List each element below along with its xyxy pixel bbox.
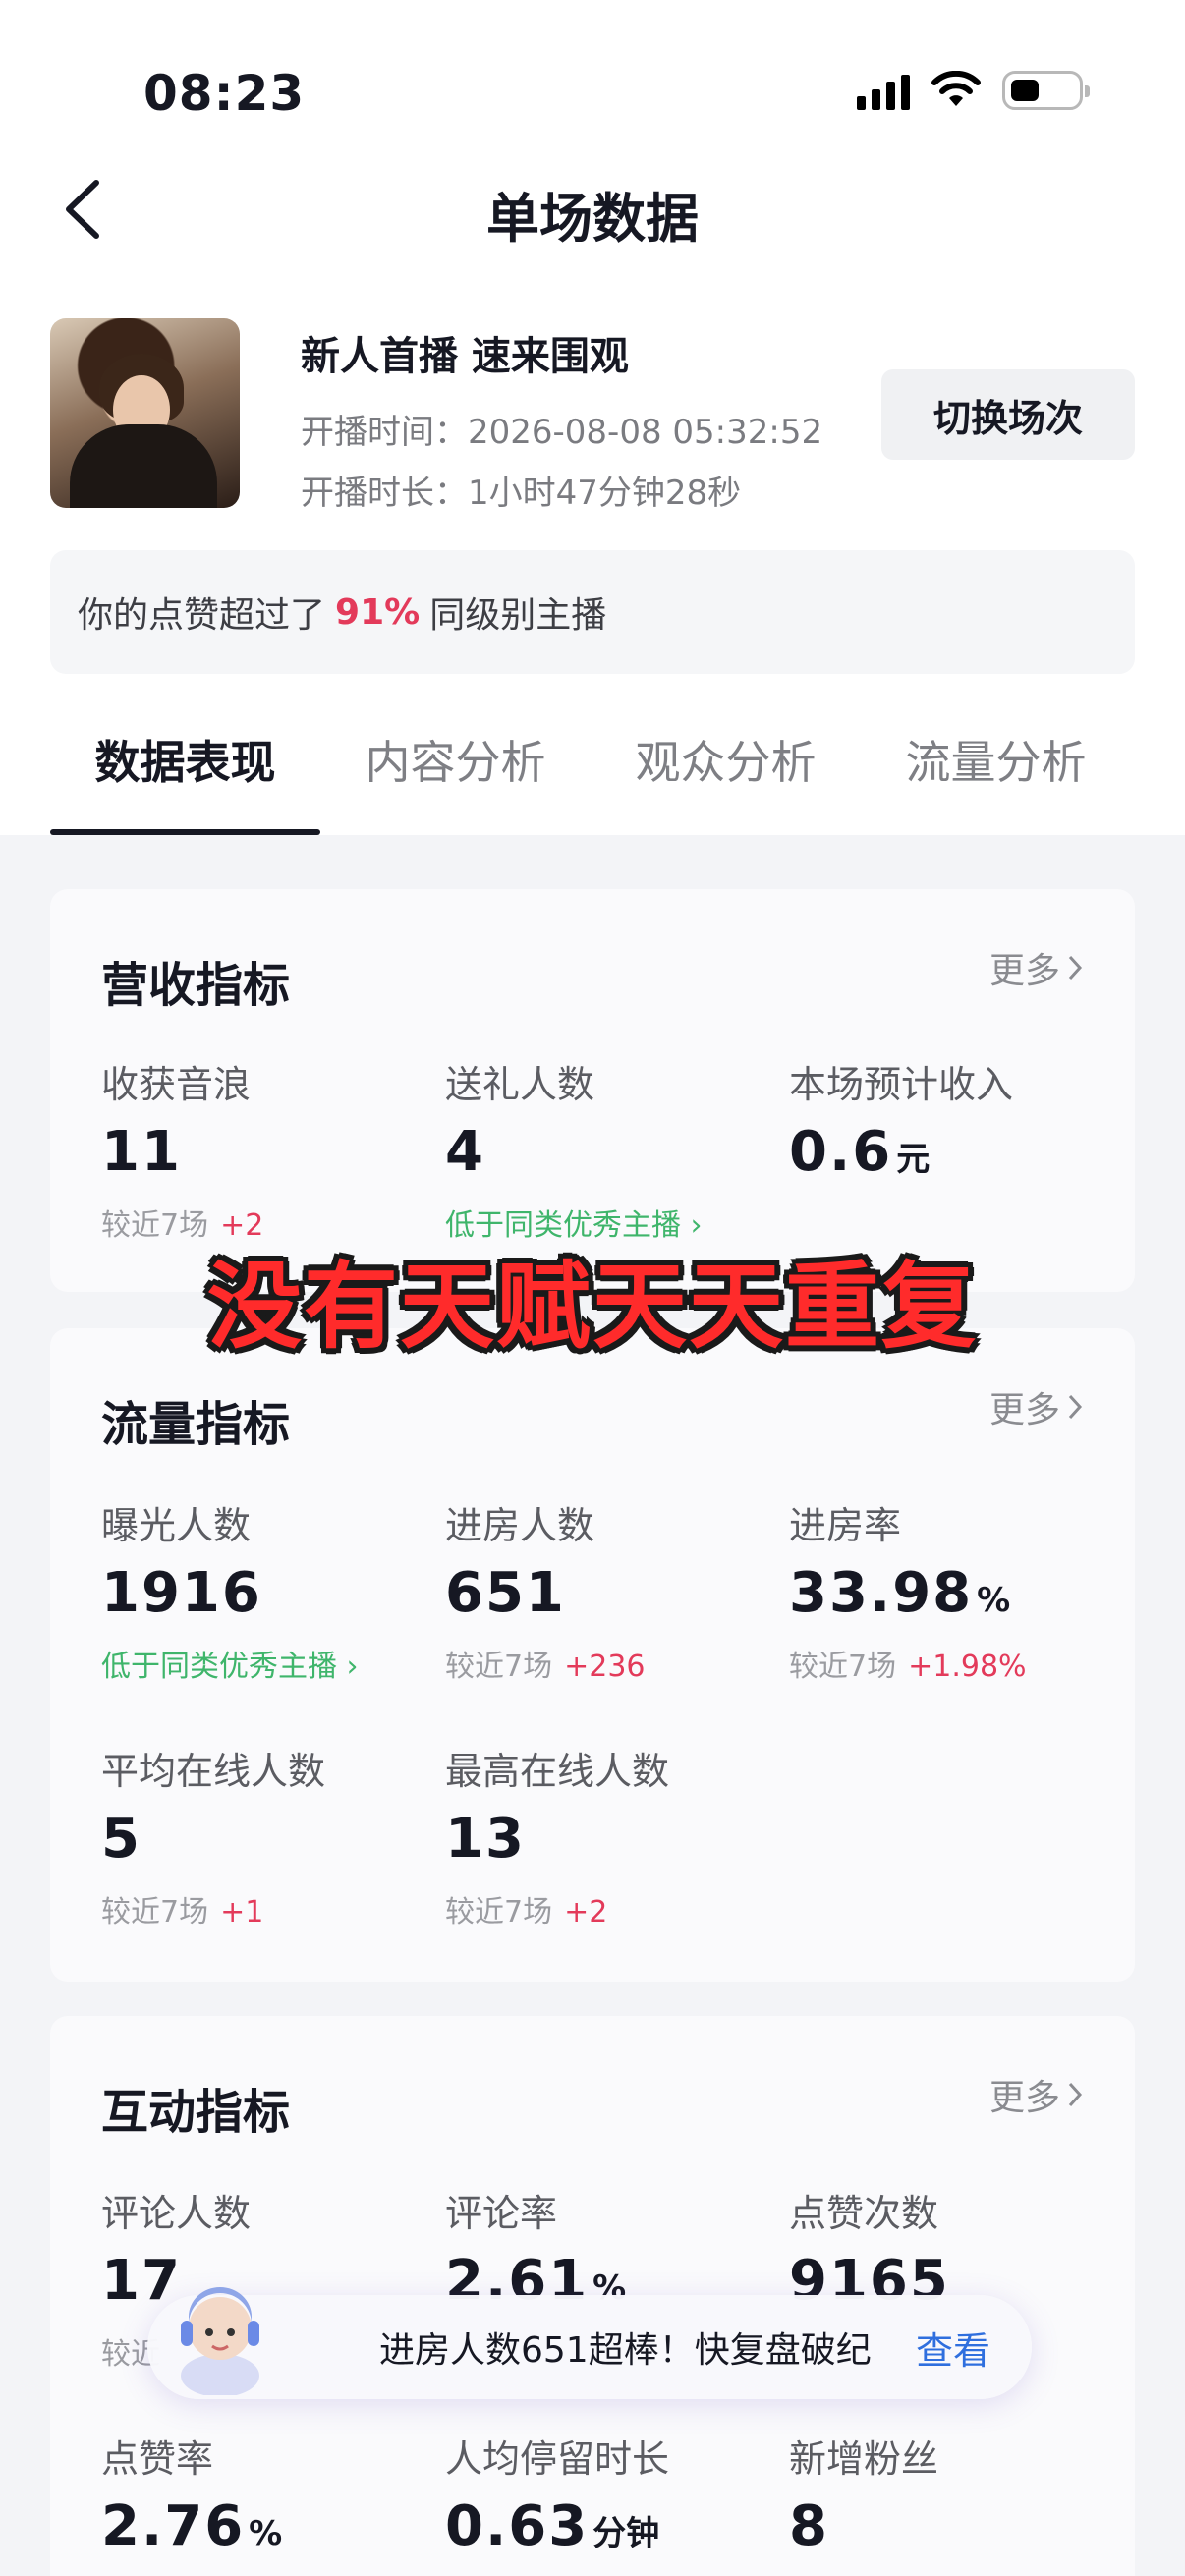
live-start-time: 开播时间：2026-08-08 05:32:52 [301, 413, 823, 452]
metric-label: 最高在线人数 [445, 1750, 670, 1793]
tab-audience-analysis[interactable]: 观众分析 [591, 727, 861, 835]
metric-value: 2.76% [101, 2494, 283, 2558]
tab-traffic-analysis[interactable]: 流量分析 [861, 727, 1131, 835]
metric-label: 送礼人数 [445, 1063, 595, 1106]
metric-label: 进房人数 [445, 1504, 595, 1547]
signal-icon [857, 71, 910, 110]
like-banner-percent: 91% [335, 591, 421, 633]
toast-message: 进房人数651超棒！快复盘破纪 [379, 2330, 872, 2371]
more-label: 更多 [988, 2078, 1060, 2118]
metric-label: 本场预计收入 [789, 1063, 1014, 1106]
metric-label: 平均在线人数 [101, 1750, 326, 1793]
traffic-card: 流量指标 更多 曝光人数 1916 低于同类优秀主播 › 进房人数 651 较近… [50, 1328, 1135, 1982]
metric-value: 5 [101, 1807, 141, 1871]
metric-label: 评论人数 [101, 2192, 252, 2235]
switch-session-button[interactable]: 切换场次 [881, 369, 1135, 460]
metric-comment-rate: 评论率 2.61% [445, 2183, 779, 2312]
metric-compare: 较近7场 +1 [101, 1894, 264, 1930]
status-time: 08:23 [143, 65, 306, 122]
metric-avg-stay: 人均停留时长 0.63 分钟 [445, 2429, 779, 2557]
chevron-right-icon [1068, 1394, 1083, 1420]
metric-gift-senders: 送礼人数 4 低于同类优秀主播 › [445, 1054, 779, 1244]
metric-label: 人均停留时长 [445, 2437, 670, 2481]
metric-avg-online: 平均在线人数 5 较近7场 +1 [101, 1741, 435, 1931]
metric-compare: 较近7场 +1.98% [789, 1649, 1027, 1684]
metric-label: 进房率 [789, 1504, 902, 1547]
metric-like-rate: 点赞率 2.76% [101, 2429, 435, 2557]
chevron-right-icon: › [346, 1649, 359, 1684]
metric-value: 651 [445, 1561, 566, 1625]
metric-compare: 较近7场 +236 [445, 1649, 646, 1684]
metric-value: 4 [445, 1120, 485, 1184]
metric-value: 11 [101, 1120, 182, 1184]
metric-gift-income: 收获音浪 11 较近7场 +2 [101, 1054, 435, 1244]
metric-entry-rate: 进房率 33.98% 较近7场 +1.98% [789, 1495, 1123, 1685]
benchmark-link[interactable]: 低于同类优秀主播 › [101, 1642, 435, 1685]
more-button[interactable]: 更多 [989, 942, 1084, 993]
metric-label: 曝光人数 [101, 1504, 252, 1547]
battery-icon [1002, 71, 1090, 110]
card-title: 营收指标 [101, 958, 291, 1013]
metric-label: 新增粉丝 [789, 2437, 939, 2481]
metric-value: 13 [445, 1807, 526, 1871]
metric-value: 33.98% [789, 1561, 1011, 1625]
metric-label: 评论率 [445, 2192, 558, 2235]
chevron-right-icon [1068, 2082, 1083, 2107]
metric-value: 1916 [101, 1561, 262, 1625]
metric-like-count: 点赞次数 9165 [789, 2183, 1123, 2312]
tab-content-analysis[interactable]: 内容分析 [320, 727, 591, 835]
metric-value: 0.63 分钟 [445, 2494, 660, 2558]
more-button[interactable]: 更多 [989, 2069, 1084, 2120]
status-icons [857, 71, 1090, 110]
live-title: 新人首播 速来围观 [301, 334, 629, 379]
streamer-avatar [50, 318, 240, 508]
card-title: 互动指标 [101, 2085, 291, 2140]
metric-label: 点赞次数 [789, 2192, 939, 2235]
metric-new-fans: 新增粉丝 8 [789, 2429, 1123, 2557]
overlay-caption: 没有天赋天天重复 [207, 1252, 978, 1362]
metric-value: 0.6 元 [789, 1120, 931, 1184]
wifi-icon [931, 71, 981, 106]
assistant-toast[interactable]: 进房人数651超棒！快复盘破纪 查看 [147, 2287, 1032, 2399]
live-duration: 开播时长：1小时47分钟28秒 [301, 474, 742, 513]
metric-label: 收获音浪 [101, 1063, 252, 1106]
metric-label: 点赞率 [101, 2437, 214, 2481]
assistant-avatar-icon [181, 2287, 259, 2395]
metric-peak-online: 最高在线人数 13 较近7场 +2 [445, 1741, 779, 1931]
tab-bar: 数据表现 内容分析 观众分析 流量分析 [50, 727, 1131, 835]
metric-room-entries: 进房人数 651 较近7场 +236 [445, 1495, 779, 1685]
tab-data-performance[interactable]: 数据表现 [50, 727, 320, 835]
metric-value: 8 [789, 2494, 829, 2558]
more-label: 更多 [988, 1390, 1060, 1430]
like-rank-banner: 你的点赞超过了 91% 同级别主播 [50, 550, 1135, 674]
metric-estimated-income: 本场预计收入 0.6 元 [789, 1054, 1123, 1183]
chevron-right-icon [1068, 955, 1083, 980]
more-label: 更多 [988, 951, 1060, 991]
more-button[interactable]: 更多 [989, 1381, 1084, 1432]
card-title: 流量指标 [101, 1397, 291, 1452]
metric-compare: 较近7场 +2 [445, 1894, 608, 1930]
metric-exposure: 曝光人数 1916 低于同类优秀主播 › [101, 1495, 435, 1685]
like-banner-suffix: 同级别主播 [429, 595, 607, 636]
page-title: 单场数据 [486, 188, 699, 250]
like-banner-prefix: 你的点赞超过了 [78, 595, 326, 636]
toast-view-link[interactable]: 查看 [916, 2321, 990, 2375]
